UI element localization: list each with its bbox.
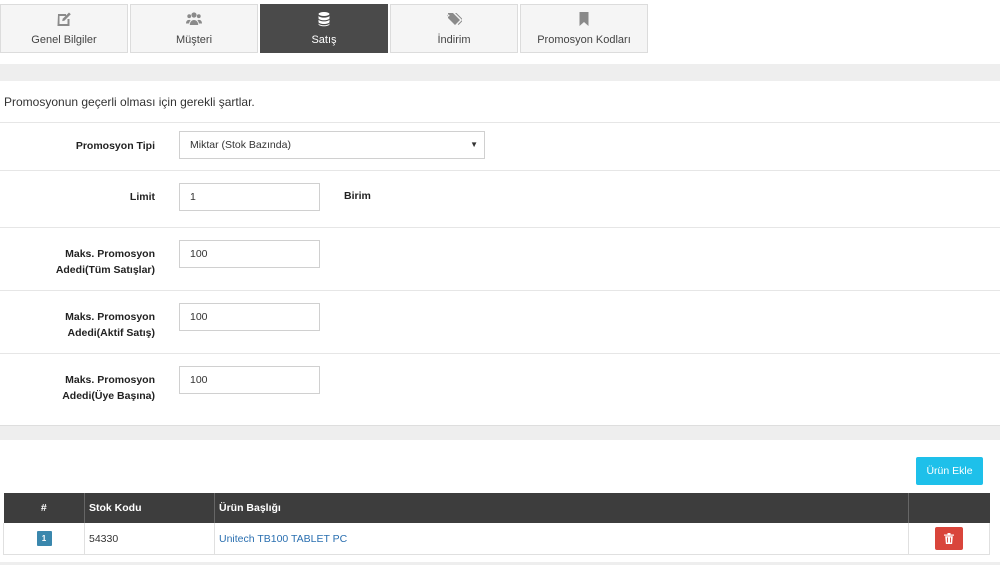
max-active-value: 100 — [190, 311, 208, 323]
promo-type-label: Promosyon Tipi — [75, 140, 155, 152]
form-row-max-active: Maks. Promosyon Adedi(Aktif Satış) 100 — [0, 290, 1000, 354]
stock-code-cell: 54330 — [84, 523, 215, 555]
form-row-limit: Limit 1 Birim — [0, 170, 1000, 228]
max-all-input[interactable]: 100 — [179, 240, 320, 268]
max-all-label: Maks. Promosyon Adedi(Tüm Satışlar) — [40, 246, 155, 278]
max-active-label: Maks. Promosyon Adedi(Aktif Satış) — [40, 309, 155, 341]
column-header-product-title: Ürün Başlığı — [214, 493, 909, 523]
tab-indirim[interactable]: İndirim — [390, 4, 518, 53]
form-row-max-all: Maks. Promosyon Adedi(Tüm Satışlar) 100 — [0, 227, 1000, 291]
action-cell — [908, 523, 990, 555]
products-section: Ürün Ekle # Stok Kodu Ürün Başlığı 1 543… — [0, 440, 1000, 565]
form-row-max-member: Maks. Promosyon Adedi(Üye Başına) 100 — [0, 353, 1000, 426]
row-number-badge: 1 — [36, 531, 52, 546]
delete-button[interactable] — [935, 527, 963, 550]
table-row: 1 54330 Unitech TB100 TABLET PC — [3, 523, 990, 555]
conditions-panel: Promosyonun geçerli olması için gerekli … — [0, 81, 1000, 426]
tab-label: Satış — [311, 34, 337, 46]
users-icon — [186, 11, 202, 27]
max-member-label: Maks. Promosyon Adedi(Üye Başına) — [40, 372, 155, 404]
bookmark-icon — [576, 11, 592, 27]
max-all-value: 100 — [190, 248, 208, 260]
column-header-stock-code: Stok Kodu — [84, 493, 215, 523]
limit-value: 1 — [190, 191, 196, 203]
limit-input[interactable]: 1 — [179, 183, 320, 211]
tab-label: İndirim — [437, 34, 471, 46]
promo-type-value: Miktar (Stok Bazında) — [190, 139, 291, 151]
limit-unit: Birim — [344, 190, 371, 202]
products-table: # Stok Kodu Ürün Başlığı 1 54330 Unitech… — [3, 493, 990, 555]
max-all-label-line1: Maks. Promosyon — [65, 248, 155, 260]
table-header-row: # Stok Kodu Ürün Başlığı — [3, 493, 990, 523]
form-row-promo-type: Promosyon Tipi Miktar (Stok Bazında) ▼ — [0, 122, 1000, 171]
tab-bar: Genel Bilgiler Müşteri Satış İndirim Pro… — [0, 4, 650, 55]
tab-musteri[interactable]: Müşteri — [130, 4, 258, 53]
tab-label: Müşteri — [175, 34, 213, 46]
database-icon — [316, 11, 332, 27]
section-separator — [0, 426, 1000, 440]
tab-label: Promosyon Kodları — [537, 34, 631, 46]
max-active-label-line2: Adedi(Aktif Satış) — [67, 327, 155, 339]
promo-type-select[interactable]: Miktar (Stok Bazında) ▼ — [179, 131, 485, 159]
column-header-num: # — [3, 493, 85, 523]
max-member-label-line2: Adedi(Üye Başına) — [62, 390, 155, 402]
max-member-value: 100 — [190, 374, 208, 386]
column-header-action — [908, 493, 990, 523]
caret-down-icon: ▼ — [470, 140, 478, 149]
limit-label: Limit — [129, 191, 155, 203]
add-product-button[interactable]: Ürün Ekle — [916, 457, 983, 485]
edit-icon — [56, 11, 72, 27]
row-num-cell: 1 — [3, 523, 85, 555]
max-all-label-line2: Adedi(Tüm Satışlar) — [55, 264, 155, 276]
product-title-link[interactable]: Unitech TB100 TABLET PC — [219, 533, 347, 545]
tab-genel-bilgiler[interactable]: Genel Bilgiler — [0, 4, 128, 53]
max-member-label-line1: Maks. Promosyon — [65, 374, 155, 386]
tab-promosyon-kodlari[interactable]: Promosyon Kodları — [520, 4, 648, 53]
section-separator — [0, 64, 1000, 81]
trash-icon — [944, 533, 954, 544]
panel-description: Promosyonun geçerli olması için gerekli … — [4, 95, 255, 109]
max-active-input[interactable]: 100 — [179, 303, 320, 331]
tab-satis[interactable]: Satış — [260, 4, 388, 53]
max-member-input[interactable]: 100 — [179, 366, 320, 394]
product-title-cell: Unitech TB100 TABLET PC — [214, 523, 909, 555]
tab-label: Genel Bilgiler — [31, 34, 97, 46]
max-active-label-line1: Maks. Promosyon — [65, 311, 155, 323]
tags-icon — [446, 11, 462, 27]
